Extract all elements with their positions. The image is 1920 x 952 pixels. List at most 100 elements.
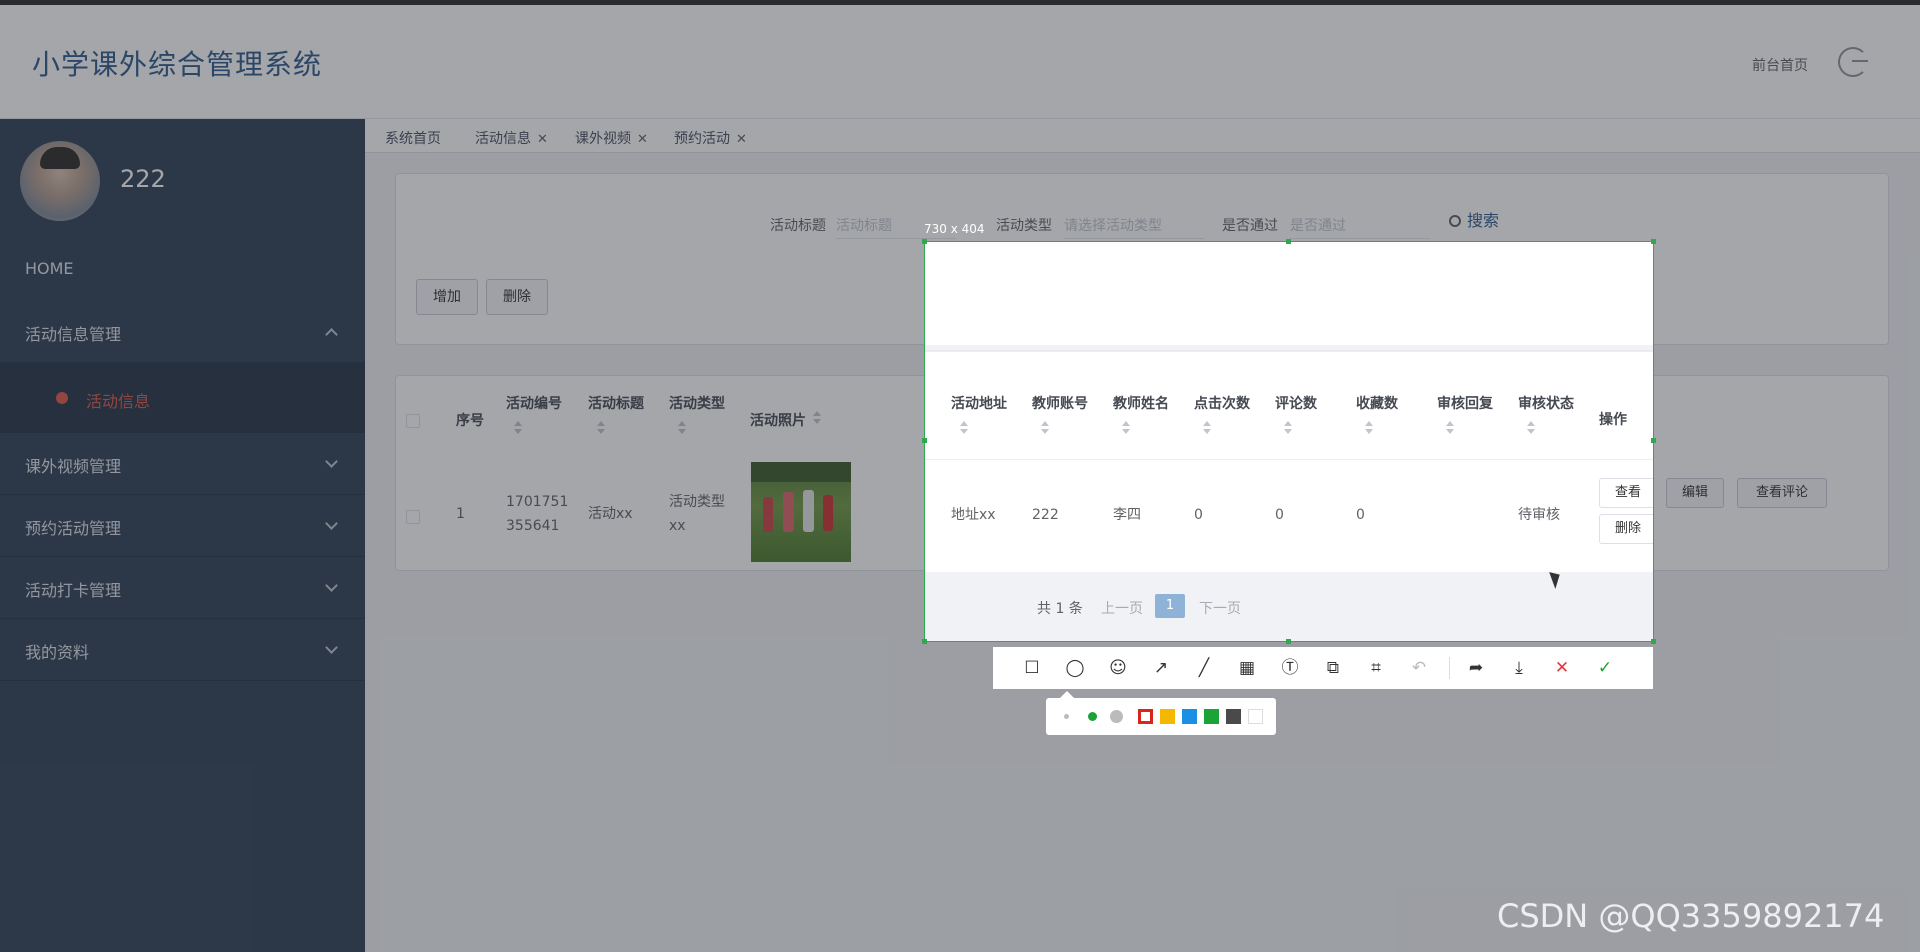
- text-icon[interactable]: Ⓣ: [1280, 658, 1300, 678]
- confirm-icon[interactable]: ✓: [1595, 658, 1615, 678]
- sort-icon[interactable]: [1283, 421, 1293, 435]
- sidebar-subitem-activity-info[interactable]: 活动信息: [0, 363, 365, 433]
- sort-icon[interactable]: [677, 421, 687, 435]
- color-swatch-yellow[interactable]: [1160, 709, 1175, 724]
- cell-index: 1: [456, 506, 465, 522]
- share-icon[interactable]: ➦: [1466, 658, 1486, 678]
- chevron-down-icon: [325, 455, 338, 468]
- tab-video[interactable]: 课外视频 ✕: [575, 128, 648, 148]
- type-select[interactable]: 请选择活动类型: [1064, 211, 1204, 239]
- capture-region[interactable]: 活动地址 教师账号 教师姓名 点击次数 评论数 收藏数 审核回复 审核状态 操作…: [924, 241, 1654, 642]
- resize-handle[interactable]: [1286, 639, 1291, 644]
- header-status[interactable]: 审核状态: [1518, 393, 1574, 413]
- row-delete-button[interactable]: 删除: [1599, 514, 1653, 544]
- capture-toolbar: ☐ ◯ ☺ ↗ ╱ ▦ Ⓣ ⧉ ⌗ ↶ ➦ ⤓ ✕ ✓: [993, 647, 1653, 689]
- search-button-label: 搜索: [1467, 211, 1500, 230]
- cell-address: 地址xx: [951, 507, 996, 523]
- color-swatch-red[interactable]: [1138, 709, 1153, 724]
- close-icon[interactable]: ✕: [736, 132, 747, 147]
- delete-button[interactable]: 删除: [486, 279, 548, 315]
- size-large[interactable]: [1110, 710, 1123, 723]
- size-small[interactable]: [1064, 714, 1069, 719]
- active-dot-icon: [56, 392, 68, 404]
- resize-handle[interactable]: [1286, 239, 1291, 244]
- sort-icon[interactable]: [1040, 421, 1050, 435]
- pagination-current-page[interactable]: 1: [1155, 594, 1185, 618]
- cell-teacher-name: 李四: [1113, 507, 1141, 523]
- pass-select[interactable]: 是否通过: [1290, 211, 1430, 239]
- color-swatch-blue[interactable]: [1182, 709, 1197, 724]
- sort-icon[interactable]: [812, 411, 822, 425]
- emoji-icon[interactable]: ☺: [1108, 658, 1128, 678]
- resize-handle[interactable]: [1651, 639, 1656, 644]
- size-medium[interactable]: [1088, 712, 1097, 721]
- tab-reservation[interactable]: 预约活动 ✕: [674, 128, 747, 148]
- pagination-prev[interactable]: 上一页: [1101, 598, 1143, 618]
- close-icon[interactable]: ✕: [637, 132, 648, 147]
- view-comments-button[interactable]: 查看评论: [1737, 478, 1827, 508]
- arrow-icon[interactable]: ↗: [1151, 658, 1171, 678]
- view-button[interactable]: 查看: [1599, 478, 1653, 508]
- ocr-icon[interactable]: ⌗: [1366, 658, 1386, 678]
- avatar: [20, 141, 100, 221]
- cancel-icon[interactable]: ✕: [1552, 658, 1572, 678]
- front-page-link[interactable]: 前台首页: [1752, 55, 1808, 75]
- sort-icon[interactable]: [1526, 421, 1536, 435]
- sort-icon[interactable]: [513, 421, 523, 435]
- sidebar-item-reservation[interactable]: 预约活动管理: [0, 495, 365, 557]
- tab-label: 系统首页: [385, 131, 441, 147]
- sort-icon[interactable]: [1364, 421, 1374, 435]
- sort-icon[interactable]: [1202, 421, 1212, 435]
- sidebar-item-home[interactable]: HOME: [0, 239, 365, 301]
- color-swatch-gray[interactable]: [1226, 709, 1241, 724]
- resize-handle[interactable]: [922, 438, 927, 443]
- header-type[interactable]: 活动类型: [669, 393, 725, 413]
- header-favorites[interactable]: 收藏数: [1356, 393, 1398, 413]
- color-swatch-white[interactable]: [1248, 709, 1263, 724]
- download-icon[interactable]: ⤓: [1509, 658, 1529, 678]
- header-teacher-name[interactable]: 教师姓名: [1113, 393, 1169, 413]
- header-clicks[interactable]: 点击次数: [1194, 393, 1250, 413]
- sort-icon[interactable]: [596, 421, 606, 435]
- header-code[interactable]: 活动编号: [506, 393, 562, 413]
- sort-icon[interactable]: [1445, 421, 1455, 435]
- resize-handle[interactable]: [922, 239, 927, 244]
- header-photo[interactable]: 活动照片: [750, 410, 806, 430]
- sidebar-item-video[interactable]: 课外视频管理: [0, 433, 365, 495]
- line-icon[interactable]: ╱: [1194, 658, 1214, 678]
- select-all-checkbox[interactable]: [406, 414, 420, 428]
- mosaic-icon[interactable]: ▦: [1237, 658, 1257, 678]
- sort-icon[interactable]: [1121, 421, 1131, 435]
- tab-home[interactable]: 系统首页: [385, 128, 441, 148]
- activity-photo[interactable]: [751, 462, 851, 562]
- resize-handle[interactable]: [1651, 239, 1656, 244]
- undo-icon[interactable]: ↶: [1409, 658, 1429, 678]
- sidebar-subitem-label: 活动信息: [86, 392, 151, 411]
- chevron-up-icon: [325, 328, 338, 341]
- close-icon[interactable]: ✕: [537, 132, 548, 147]
- header-comments[interactable]: 评论数: [1275, 393, 1317, 413]
- logout-icon[interactable]: [1838, 47, 1868, 77]
- tab-activity-info[interactable]: 活动信息 ✕: [475, 128, 548, 148]
- sidebar-item-profile[interactable]: 我的资料: [0, 619, 365, 681]
- row-checkbox[interactable]: [406, 510, 420, 524]
- header-teacher-account[interactable]: 教师账号: [1032, 393, 1088, 413]
- header-address[interactable]: 活动地址: [951, 393, 1007, 413]
- add-button[interactable]: 增加: [416, 279, 478, 315]
- resize-handle[interactable]: [922, 639, 927, 644]
- sort-icon[interactable]: [959, 421, 969, 435]
- color-swatch-green[interactable]: [1204, 709, 1219, 724]
- pin-icon[interactable]: ⧉: [1323, 658, 1343, 678]
- sidebar-item-checkin[interactable]: 活动打卡管理: [0, 557, 365, 619]
- ellipse-icon[interactable]: ◯: [1065, 658, 1085, 678]
- rectangle-icon[interactable]: ☐: [1022, 658, 1042, 678]
- search-button[interactable]: 搜索: [1449, 207, 1499, 231]
- resize-handle[interactable]: [1651, 438, 1656, 443]
- sidebar-item-activity-info[interactable]: 活动信息管理: [0, 301, 365, 363]
- chevron-down-icon: [325, 579, 338, 592]
- header-reply[interactable]: 审核回复: [1437, 393, 1493, 413]
- edit-button[interactable]: 编辑: [1666, 478, 1724, 508]
- pagination-next[interactable]: 下一页: [1199, 598, 1241, 618]
- chevron-down-icon: [325, 641, 338, 654]
- header-title[interactable]: 活动标题: [588, 393, 644, 413]
